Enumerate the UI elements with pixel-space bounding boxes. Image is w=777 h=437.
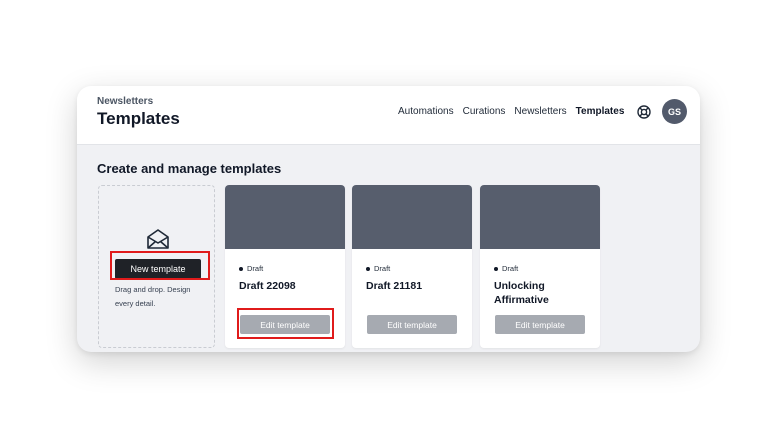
template-thumbnail[interactable]	[225, 185, 345, 249]
status-label: Draft	[502, 264, 519, 273]
main-nav: Automations Curations Newsletters Templa…	[398, 106, 633, 117]
nav-newsletters[interactable]: Newsletters	[514, 106, 566, 117]
new-template-card: New template Drag and drop. Design every…	[98, 185, 215, 348]
status-dot-icon	[366, 266, 370, 271]
edit-template-button[interactable]: Edit template	[367, 315, 457, 334]
nav-templates[interactable]: Templates	[576, 106, 625, 117]
section-heading: Create and manage templates	[97, 161, 282, 176]
page-title: Templates	[97, 109, 180, 128]
status-label: Draft	[247, 264, 264, 273]
lifebuoy-icon[interactable]	[637, 105, 651, 119]
new-template-description: Drag and drop. Design every detail.	[115, 285, 191, 308]
status-label: Draft	[374, 264, 391, 273]
template-name: Unlocking Affirmative	[494, 280, 549, 306]
template-card[interactable]: Draft Draft 21181 Edit template	[352, 185, 472, 348]
template-card[interactable]: Draft Unlocking Affirmative Edit templat…	[480, 185, 600, 348]
template-card[interactable]: Draft Draft 22098 Edit template	[225, 185, 345, 348]
template-name: Draft 21181	[366, 280, 423, 292]
nav-curations[interactable]: Curations	[463, 106, 506, 117]
edit-template-button[interactable]: Edit template	[495, 315, 585, 334]
template-thumbnail[interactable]	[352, 185, 472, 249]
template-thumbnail[interactable]	[480, 185, 600, 249]
edit-template-button[interactable]: Edit template	[240, 315, 330, 334]
app-window: Newsletters Templates Automations Curati…	[77, 86, 700, 352]
status-dot-icon	[239, 266, 243, 271]
top-bar: Newsletters Templates Automations Curati…	[77, 86, 700, 145]
status-badge: Draft	[366, 264, 390, 273]
envelope-open-icon	[147, 229, 169, 249]
template-name: Draft 22098	[239, 280, 296, 292]
breadcrumb[interactable]: Newsletters	[97, 96, 153, 107]
avatar[interactable]: GS	[662, 99, 687, 124]
status-dot-icon	[494, 266, 498, 271]
status-badge: Draft	[494, 264, 518, 273]
status-badge: Draft	[239, 264, 263, 273]
new-template-button[interactable]: New template	[115, 259, 201, 279]
nav-automations[interactable]: Automations	[398, 106, 454, 117]
